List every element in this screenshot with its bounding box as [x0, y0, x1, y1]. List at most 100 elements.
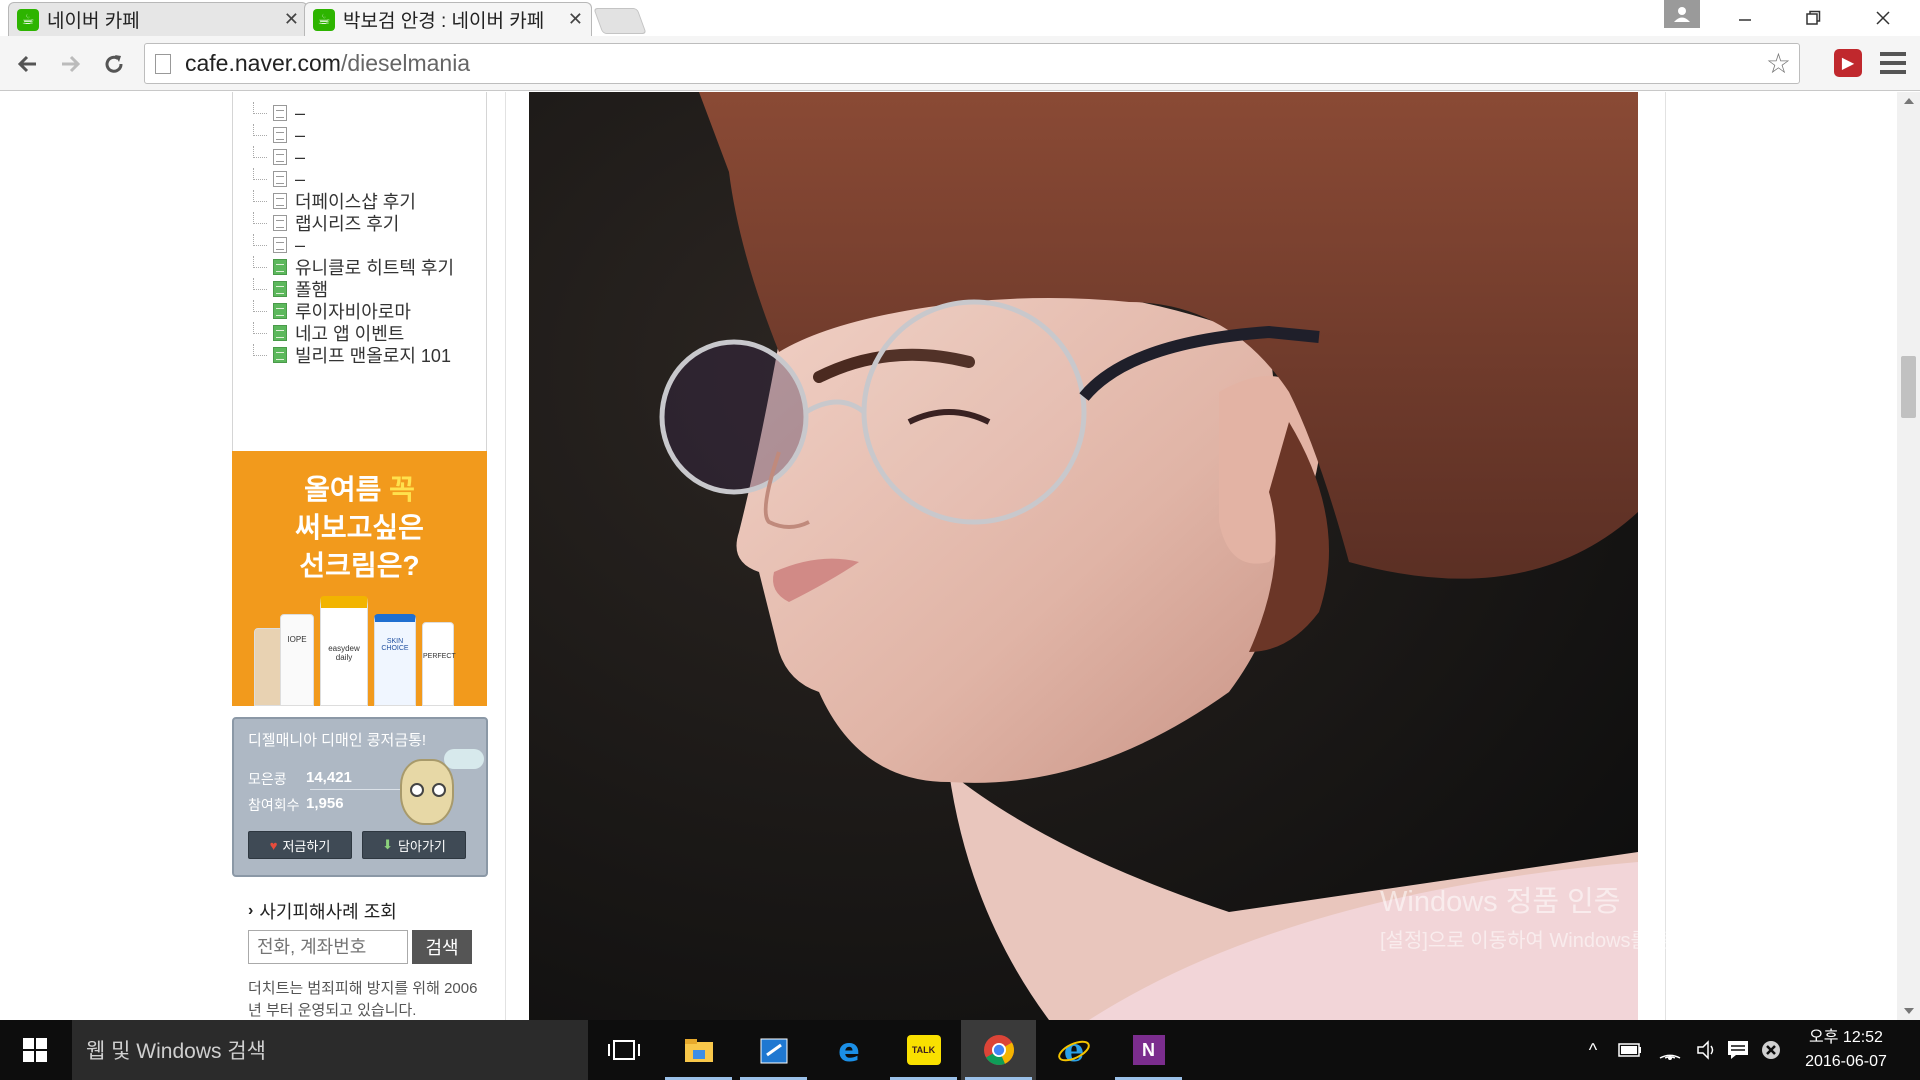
sidebar-menu-label: –	[295, 234, 306, 255]
clock-date: 2016-06-07	[1805, 1053, 1887, 1070]
tab-naver-cafe[interactable]: ☕ 네이버 카페 ✕	[8, 2, 308, 36]
save-button[interactable]: ♥ 저금하기	[248, 831, 352, 859]
sidebar-menu-label: –	[295, 124, 306, 145]
green-doc-icon	[273, 303, 287, 319]
wifi-icon	[1659, 1054, 1681, 1060]
scroll-down-icon[interactable]	[1904, 1008, 1914, 1014]
chrome-menu-button[interactable]	[1880, 50, 1906, 76]
minimize-button[interactable]	[1710, 0, 1780, 36]
doc-icon	[273, 171, 287, 187]
doc-icon	[273, 127, 287, 143]
onenote-icon: N	[1132, 1035, 1165, 1065]
green-doc-icon	[273, 259, 287, 275]
new-tab-button[interactable]	[593, 8, 647, 34]
file-explorer-icon	[684, 1039, 713, 1062]
widget-title: 디젤매니아 디매인 콩저금통!	[248, 732, 427, 749]
svg-text:e: e	[838, 1034, 860, 1066]
show-hidden-icons-button[interactable]: ^	[1578, 1020, 1608, 1080]
taskbar-clock[interactable]: 오후 12:52 2016-06-07	[1790, 1026, 1902, 1074]
close-circle-icon	[1762, 1041, 1780, 1059]
taskbar-search-box[interactable]: 웹 및 Windows 검색	[72, 1020, 588, 1080]
store-button[interactable]	[736, 1020, 811, 1080]
vertical-scrollbar[interactable]	[1897, 92, 1920, 1020]
internet-explorer-icon: e	[1057, 1033, 1090, 1067]
address-bar[interactable]: cafe.naver.com/dieselmania ☆	[144, 43, 1800, 84]
wifi-button[interactable]	[1652, 1020, 1688, 1080]
browser-toolbar: cafe.naver.com/dieselmania ☆ ▶	[0, 36, 1920, 91]
bookmark-star-icon[interactable]: ☆	[1766, 47, 1791, 80]
green-doc-icon	[273, 281, 287, 297]
heart-icon: ♥	[269, 837, 278, 853]
profile-button[interactable]	[1664, 0, 1700, 28]
doc-icon	[273, 215, 287, 231]
green-doc-icon	[273, 347, 287, 363]
fraud-description: 더치트는 범죄피해 방지를 위해 2006년 부터 운영되고 있습니다.	[248, 980, 478, 1019]
forward-button[interactable]	[52, 46, 88, 82]
tree-branch	[253, 212, 267, 224]
close-icon[interactable]: ✕	[568, 9, 583, 30]
sidebar-menu-label: –	[295, 102, 306, 123]
windows-taskbar: 웹 및 Windows 검색 e TALK e N ^ 오후 12:52 201…	[0, 1020, 1920, 1080]
page-content: – – – – 더페이스샵 후기 랩시리즈 후기 – 유니클로 히트텍 후기 폴햄 루이자비아로마…	[0, 92, 1920, 1020]
speaker-icon	[1697, 1040, 1714, 1060]
naver-cafe-icon: ☕	[313, 8, 335, 31]
tree-branch	[253, 146, 267, 158]
doc-icon	[273, 149, 287, 165]
scroll-up-icon[interactable]	[1904, 98, 1914, 104]
reload-icon	[105, 55, 123, 73]
ad-headline: 올여름 꼭 써보고싶은 선크림은?	[295, 474, 424, 581]
scrollbar-thumb[interactable]	[1901, 356, 1916, 418]
naver-cafe-icon: ☕	[17, 8, 39, 31]
task-view-button[interactable]	[586, 1020, 661, 1080]
doc-icon	[273, 105, 287, 121]
start-button[interactable]	[0, 1020, 70, 1080]
svg-text:e: e	[1063, 1033, 1083, 1067]
url-text[interactable]: cafe.naver.com/dieselmania	[185, 50, 1766, 77]
ad-product-easydew: easydew daily	[320, 596, 368, 706]
tree-branch	[253, 124, 267, 136]
back-button[interactable]	[10, 46, 46, 82]
extension-icon[interactable]: ▶	[1834, 49, 1862, 77]
tree-branch	[253, 344, 267, 356]
internet-explorer-button[interactable]: e	[1036, 1020, 1111, 1080]
fraud-search-button[interactable]: 검색	[412, 930, 472, 964]
tab-park-bogum-glasses[interactable]: ☕ 박보검 안경 : 네이버 카페 ✕	[304, 2, 592, 36]
browser-tab-strip: ☕ 네이버 카페 ✕ ☕ 박보검 안경 : 네이버 카페 ✕	[0, 0, 1920, 36]
battery-button[interactable]	[1612, 1020, 1648, 1080]
sunscreen-ad-banner[interactable]: 올여름 꼭 써보고싶은 선크림은? IOPE easydew daily SKI…	[232, 451, 487, 706]
file-explorer-button[interactable]	[661, 1020, 736, 1080]
onenote-button[interactable]: N	[1111, 1020, 1186, 1080]
reload-button[interactable]	[96, 46, 132, 82]
chrome-icon	[983, 1035, 1014, 1065]
divider	[310, 789, 410, 790]
take-button[interactable]: ⬇ 담아가기	[362, 831, 466, 859]
clock-time: 오후 12:52	[1809, 1029, 1883, 1046]
close-icon[interactable]: ✕	[284, 9, 299, 30]
battery-icon	[1618, 1043, 1641, 1057]
kakaotalk-button[interactable]: TALK	[886, 1020, 961, 1080]
action-center-button[interactable]	[1720, 1020, 1756, 1080]
close-window-button[interactable]	[1848, 0, 1918, 36]
tab-title: 네이버 카페	[47, 11, 140, 32]
tree-branch	[253, 322, 267, 334]
kakaotalk-icon: TALK	[906, 1035, 941, 1065]
close-icon	[1876, 11, 1890, 25]
cloud-decoration	[444, 749, 484, 769]
collected-row: 모은콩 14,421	[248, 769, 352, 787]
tab-title: 박보검 안경 : 네이버 카페	[343, 11, 545, 32]
ad-product-iope: IOPE	[280, 614, 314, 706]
tree-branch	[253, 102, 267, 114]
column-divider	[505, 92, 506, 1020]
notification-icon	[1728, 1041, 1748, 1059]
tree-branch	[253, 168, 267, 180]
fraud-lookup-widget: › 사기피해사례 조회 검색 더치트는 범죄피해 방지를 위해 2006년 부터…	[232, 888, 487, 1020]
fraud-search-input[interactable]	[248, 930, 408, 964]
arrow-right-icon	[62, 55, 81, 73]
restore-button[interactable]	[1778, 0, 1848, 36]
chrome-button[interactable]	[961, 1020, 1036, 1080]
sidebar-menu-item[interactable]: 빌리프 맨올로지 101	[253, 342, 451, 368]
edge-button[interactable]: e	[811, 1020, 886, 1080]
bean-savings-widget: 디젤매니아 디매인 콩저금통! 모은콩 14,421 참여회수 1,956 ♥ 저금하…	[232, 717, 488, 877]
search-placeholder: 웹 및 Windows 검색	[86, 1040, 266, 1063]
error-status-button[interactable]	[1756, 1020, 1786, 1080]
